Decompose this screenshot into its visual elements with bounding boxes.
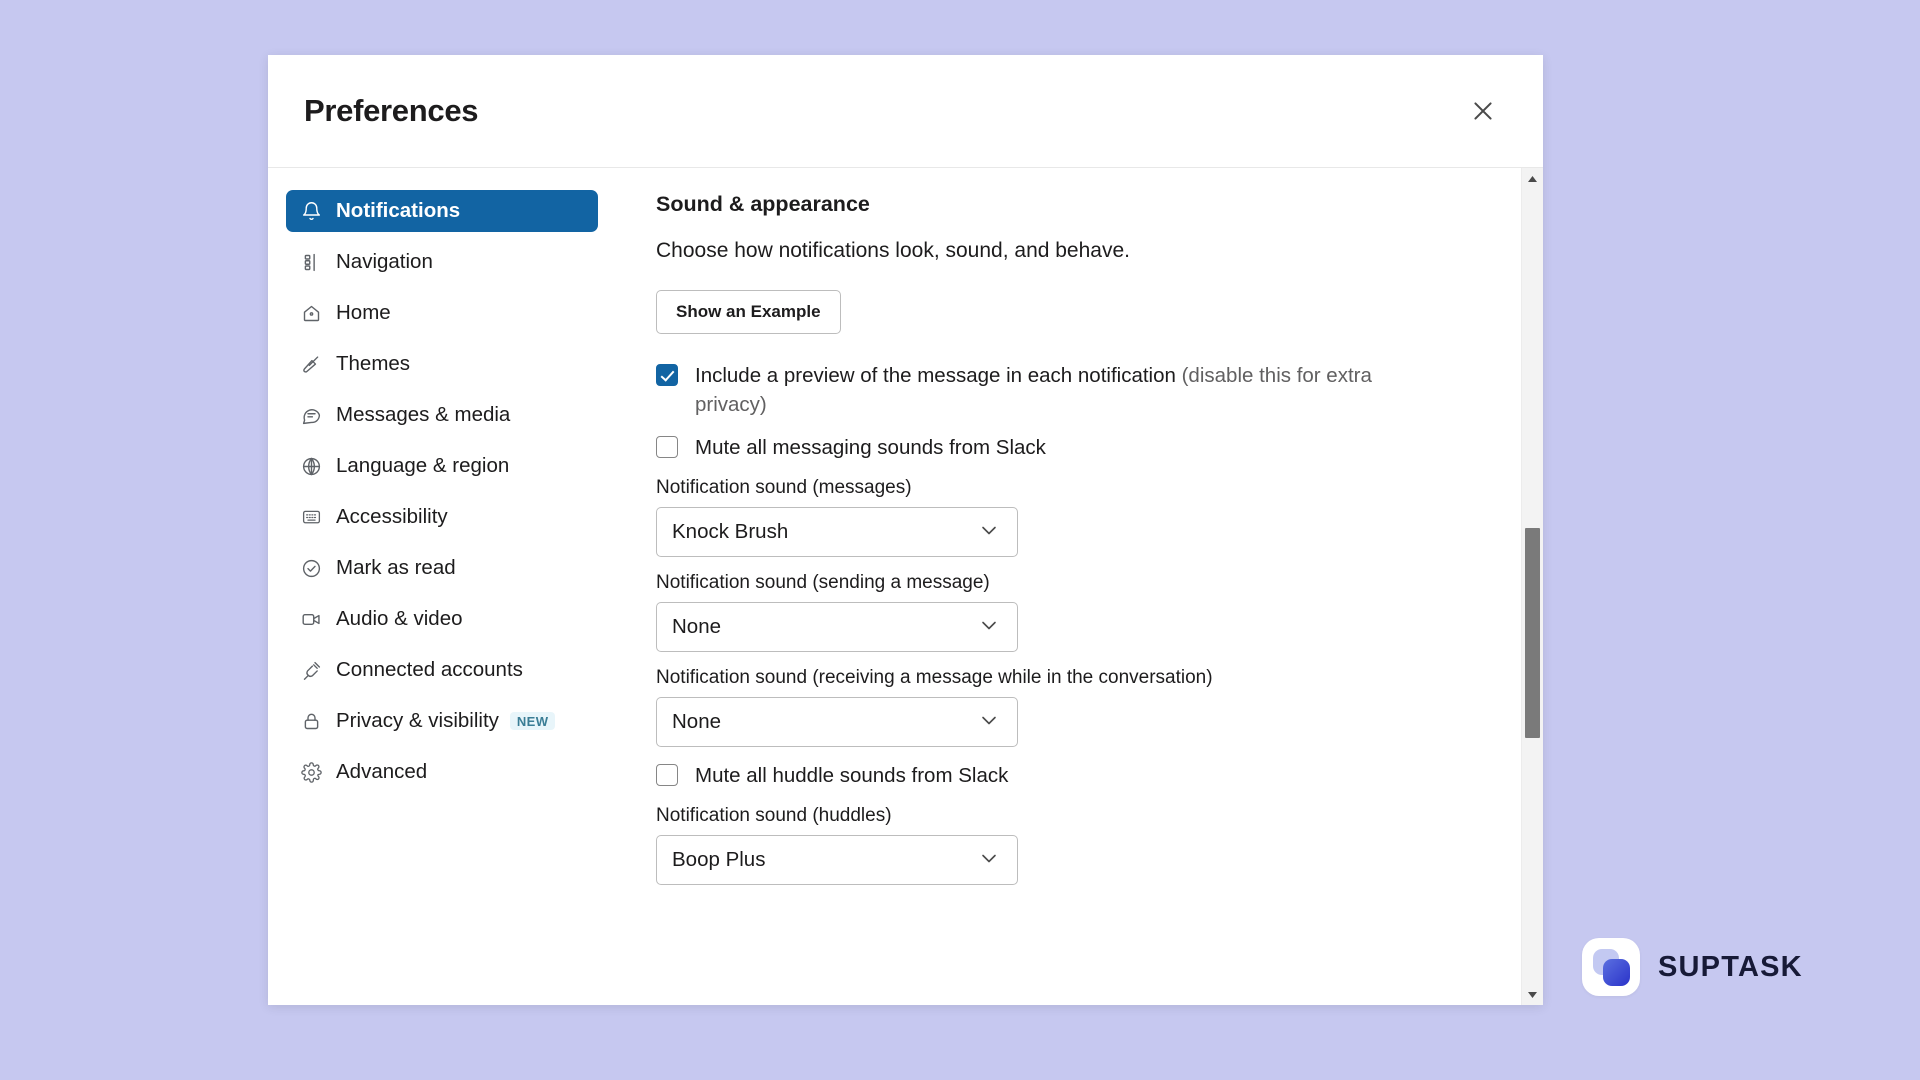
- status-badge: NEW: [509, 712, 556, 730]
- include-preview-row: Include a preview of the message in each…: [656, 361, 1446, 419]
- sidebar-item-label: Accessibility: [336, 504, 448, 528]
- sidebar-item-messages-media[interactable]: Messages & media: [286, 394, 598, 436]
- mute-huddles-row: Mute all huddle sounds from Slack: [656, 761, 1446, 790]
- sidebar-item-privacy-visibility[interactable]: Privacy & visibility NEW: [286, 700, 598, 742]
- mute-huddles-checkbox[interactable]: [656, 764, 678, 787]
- sidebar-item-audio-video[interactable]: Audio & video: [286, 598, 598, 640]
- section-description: Choose how notifications look, sound, an…: [656, 239, 1130, 262]
- sound-receiving-label: Notification sound (receiving a message …: [656, 667, 1213, 689]
- sound-messages-select[interactable]: Knock Brush: [656, 507, 1018, 558]
- globe-icon: [298, 456, 324, 477]
- page-title: Preferences: [304, 93, 479, 128]
- mute-messaging-checkbox[interactable]: [656, 436, 678, 459]
- sound-sending-value: None: [672, 615, 722, 639]
- sidebar-item-language-region[interactable]: Language & region: [286, 445, 598, 487]
- mute-messaging-row: Mute all messaging sounds from Slack: [656, 433, 1446, 462]
- dialog-header: Preferences: [268, 55, 1543, 168]
- mute-messaging-label[interactable]: Mute all messaging sounds from Slack: [695, 433, 1046, 462]
- sound-messages-value: Knock Brush: [672, 520, 789, 544]
- sound-huddles-value: Boop Plus: [672, 848, 766, 872]
- sound-sending-select[interactable]: None: [656, 602, 1018, 653]
- sidebar-item-label: Language & region: [336, 453, 510, 477]
- sidebar-item-label: Advanced: [336, 759, 428, 783]
- show-an-example-button[interactable]: Show an Example: [656, 290, 841, 334]
- settings-content-panel: Sound & appearance Choose how notificati…: [616, 168, 1543, 1005]
- chevron-down-icon: [977, 518, 1001, 547]
- section-heading: Sound & appearance: [656, 192, 870, 216]
- paintbrush-icon: [298, 354, 324, 375]
- sidebar-item-home[interactable]: Home: [286, 292, 598, 334]
- dialog-body: Notifications Navigation Home Themes Message…: [268, 168, 1543, 1005]
- preferences-sidebar: Notifications Navigation Home Themes Message…: [268, 168, 616, 1005]
- sliders-icon: [298, 252, 324, 273]
- bell-icon: [298, 201, 324, 222]
- sidebar-item-label: Notifications: [336, 198, 461, 222]
- scrollbar-thumb[interactable]: [1525, 528, 1540, 738]
- keyboard-icon: [298, 507, 324, 528]
- video-icon: [298, 609, 324, 630]
- close-button[interactable]: [1461, 89, 1505, 133]
- include-preview-text: Include a preview of the message in each…: [695, 364, 1182, 387]
- sound-receiving-value: None: [672, 710, 722, 734]
- sidebar-item-label: Connected accounts: [336, 657, 523, 681]
- sidebar-item-mark-as-read[interactable]: Mark as read: [286, 547, 598, 589]
- include-preview-checkbox[interactable]: [656, 364, 678, 386]
- mute-huddles-label[interactable]: Mute all huddle sounds from Slack: [695, 761, 1008, 790]
- sidebar-item-accessibility[interactable]: Accessibility: [286, 496, 598, 538]
- suptask-watermark: SUPTASK: [1582, 938, 1803, 996]
- plug-icon: [298, 660, 324, 681]
- sidebar-item-navigation[interactable]: Navigation: [286, 241, 598, 283]
- sidebar-item-themes[interactable]: Themes: [286, 343, 598, 385]
- sidebar-item-label: Mark as read: [336, 555, 456, 579]
- content-scrollbar[interactable]: [1521, 168, 1543, 1005]
- message-icon: [298, 405, 324, 426]
- sound-receiving-select[interactable]: None: [656, 697, 1018, 748]
- sidebar-item-label: Messages & media: [336, 402, 511, 426]
- preferences-dialog: Preferences Notifications Navigation Home T…: [268, 55, 1543, 1005]
- sidebar-item-label: Navigation: [336, 249, 433, 273]
- sound-huddles-select[interactable]: Boop Plus: [656, 835, 1018, 886]
- scroll-down-arrow-icon[interactable]: [1522, 984, 1543, 1005]
- chevron-down-icon: [977, 708, 1001, 737]
- sound-huddles-label: Notification sound (huddles): [656, 805, 892, 827]
- gear-icon: [298, 761, 324, 783]
- sidebar-item-notifications[interactable]: Notifications: [286, 190, 598, 232]
- sidebar-item-label: Audio & video: [336, 606, 463, 630]
- sidebar-item-advanced[interactable]: Advanced: [286, 751, 598, 793]
- scroll-up-arrow-icon[interactable]: [1522, 168, 1543, 189]
- close-icon: [1470, 98, 1496, 124]
- include-preview-label[interactable]: Include a preview of the message in each…: [695, 361, 1446, 419]
- sidebar-item-label: Privacy & visibility: [336, 708, 499, 732]
- sidebar-item-label: Themes: [336, 351, 411, 375]
- check-circle-icon: [298, 558, 324, 579]
- logo-square-front: [1603, 959, 1630, 986]
- suptask-wordmark: SUPTASK: [1658, 950, 1803, 983]
- sound-messages-label: Notification sound (messages): [656, 477, 912, 499]
- lock-icon: [298, 711, 324, 732]
- suptask-logo-icon: [1582, 938, 1640, 996]
- sound-sending-label: Notification sound (sending a message): [656, 572, 990, 594]
- sidebar-item-label: Home: [336, 300, 391, 324]
- sidebar-item-connected-accounts[interactable]: Connected accounts: [286, 649, 598, 691]
- chevron-down-icon: [977, 613, 1001, 642]
- home-icon: [298, 303, 324, 324]
- chevron-down-icon: [977, 846, 1001, 875]
